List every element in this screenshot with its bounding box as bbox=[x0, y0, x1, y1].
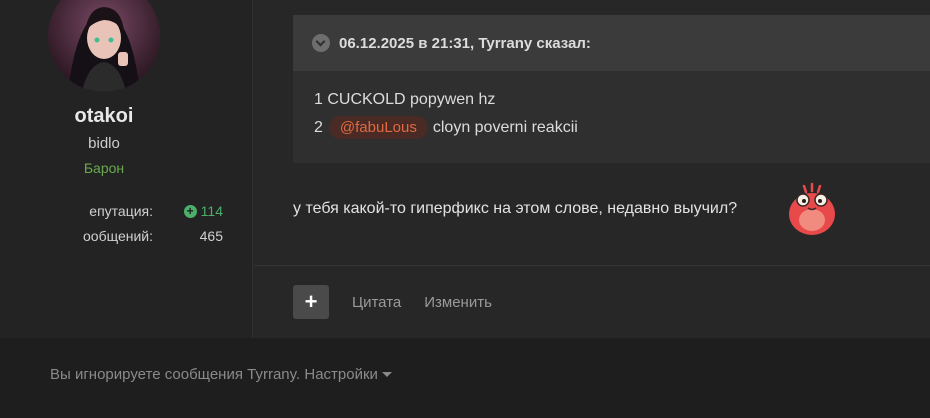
post-container: otakoi bidlo Барон епутация: + 114 ообще… bbox=[0, 0, 930, 338]
plus-icon[interactable]: + bbox=[293, 285, 329, 319]
ignored-notice-text: Вы игнорируете сообщения Tyrrany. bbox=[50, 366, 301, 383]
ignored-notice-bar: Вы игнорируете сообщения Tyrrany. Настро… bbox=[0, 338, 930, 418]
edit-button[interactable]: Изменить bbox=[424, 294, 492, 311]
reply-text: у тебя какой-то гиперфикс на этом слове,… bbox=[293, 200, 738, 217]
reputation-count: 114 bbox=[200, 203, 223, 219]
user-rank: Барон bbox=[83, 160, 125, 176]
post-content: 06.12.2025 в 21:31, Tyrrany сказал: 1 CU… bbox=[254, 0, 930, 338]
username[interactable]: otakoi bbox=[0, 105, 208, 128]
quote-header[interactable]: 06.12.2025 в 21:31, Tyrrany сказал: bbox=[293, 15, 930, 71]
post-actions: + Цитата Изменить bbox=[293, 285, 492, 319]
settings-link[interactable]: Настройки bbox=[304, 366, 378, 383]
reputation-label: епутация: bbox=[89, 203, 153, 219]
actions-divider bbox=[254, 265, 930, 266]
quote-line-2-text: cloyn poverni reakcii bbox=[432, 118, 578, 136]
quote-button[interactable]: Цитата bbox=[352, 294, 401, 311]
red-blob-sticker-icon bbox=[789, 182, 835, 235]
chevron-down-icon[interactable] bbox=[312, 34, 330, 52]
user-title: bidlo bbox=[88, 135, 120, 152]
quote-line-2-number: 2 bbox=[314, 118, 323, 136]
user-mention[interactable]: @fabuLous bbox=[328, 116, 428, 139]
user-sidebar: otakoi bidlo Барон епутация: + 114 ообще… bbox=[0, 0, 253, 338]
caret-down-icon[interactable] bbox=[381, 372, 392, 377]
quote-block: 06.12.2025 в 21:31, Tyrrany сказал: 1 CU… bbox=[293, 15, 930, 163]
avatar[interactable] bbox=[48, 0, 160, 92]
messages-count: 465 bbox=[199, 228, 223, 244]
reputation-plus-icon: + bbox=[183, 204, 197, 218]
ignored-notice: Вы игнорируете сообщения Tyrrany. Настро… bbox=[50, 366, 392, 383]
avatar-image bbox=[48, 0, 160, 92]
quote-line-2: 2 @fabuLous cloyn poverni reakcii bbox=[314, 116, 578, 139]
quote-line-1: 1 CUCKOLD popywen hz bbox=[314, 91, 496, 108]
messages-label: ообщений: bbox=[83, 228, 153, 244]
reputation-value: + 114 bbox=[183, 203, 223, 219]
quote-header-text[interactable]: 06.12.2025 в 21:31, Tyrrany сказал: bbox=[339, 35, 591, 52]
